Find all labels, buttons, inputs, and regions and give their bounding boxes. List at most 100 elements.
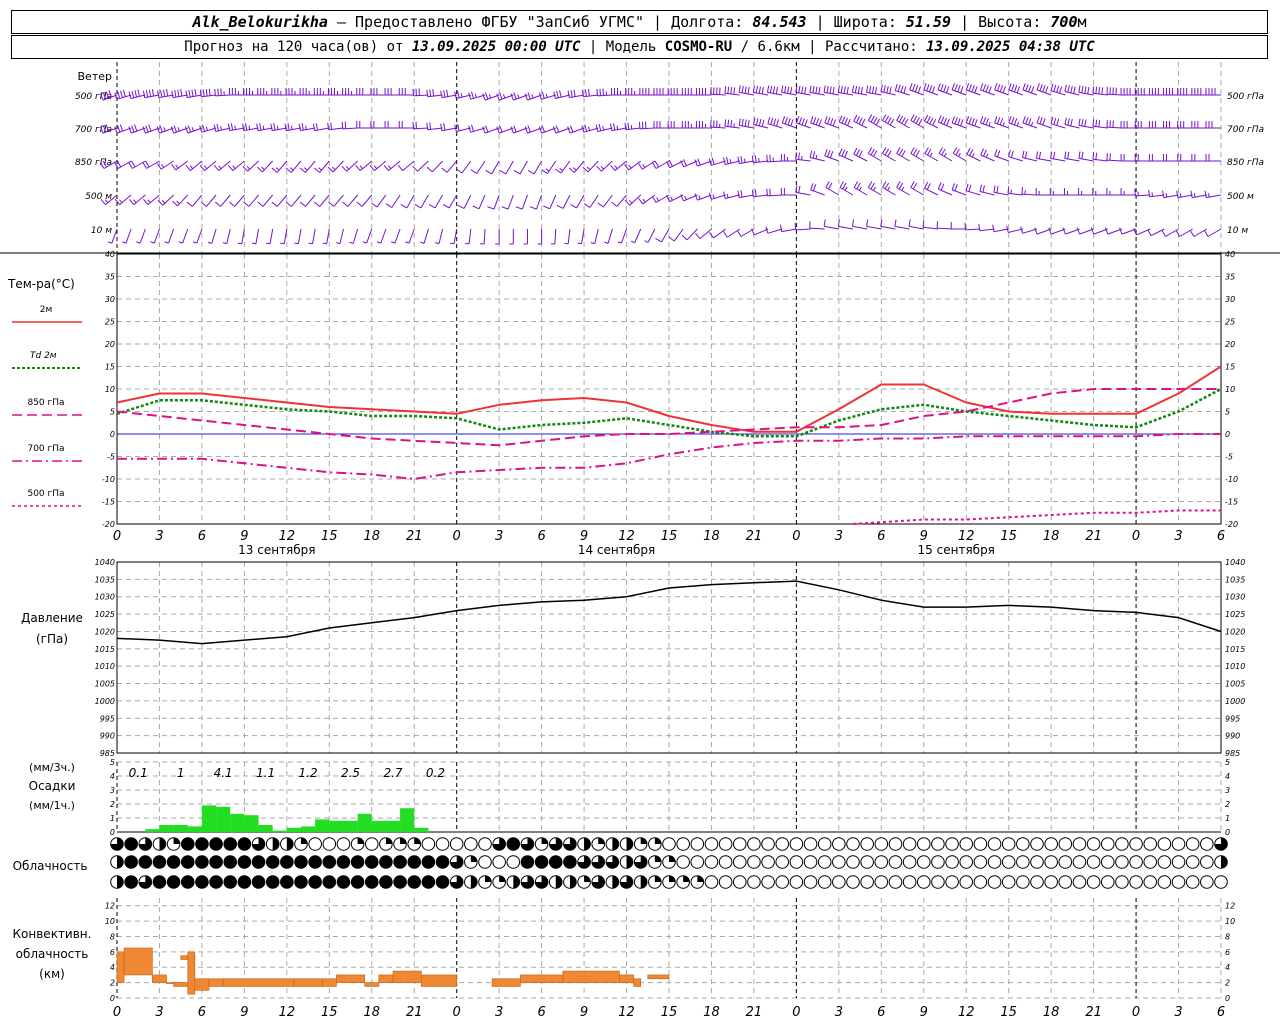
wind-barb-feather [1064, 84, 1067, 92]
wind-barb-feather [171, 164, 177, 171]
cloud-cover-symbol [1058, 837, 1073, 851]
wind-barb-feather [741, 118, 744, 127]
wind-barb-feather [142, 162, 147, 169]
wind-barb [642, 194, 656, 205]
cloud-cover-symbol [166, 875, 181, 889]
wind-barb-feather [860, 86, 863, 95]
wind-barb-feather [443, 90, 446, 98]
cloud-cover-symbol [832, 855, 846, 869]
conv-x-tick: 3 [155, 1005, 163, 1020]
wind-barb-feather [184, 126, 189, 134]
cloud-cover-fill [117, 875, 124, 889]
wind-barb-feather [160, 90, 163, 98]
wind-barb-feather [985, 85, 989, 93]
precip-3h-sum: 0.1 [129, 766, 148, 780]
wind-barb [724, 92, 740, 96]
wind-barb-feather [724, 119, 727, 127]
conv-x-tick: 0 [453, 1005, 461, 1020]
wind-barb [781, 228, 797, 233]
cloud-cover-symbol [1086, 855, 1101, 869]
wind-barb-feather [287, 123, 290, 131]
cloud-cover-fill [640, 837, 647, 844]
wind-barb-feather [205, 89, 208, 97]
cloud-cover-symbol [775, 837, 790, 851]
wind-barb-feather [747, 119, 750, 128]
wind-barb-feather [711, 157, 715, 165]
cloud-cover-symbol [435, 875, 450, 889]
wind-barb-feather [143, 198, 149, 205]
wind-barb-feather [116, 160, 122, 168]
wind-barb-feather [846, 86, 849, 95]
wind-barb-feather [776, 119, 779, 127]
wind-barb-feather [1070, 118, 1073, 127]
wind-barb-feather [385, 203, 393, 208]
wind-barb [319, 160, 330, 173]
wind-barb-feather [355, 164, 361, 171]
wind-barb [533, 160, 543, 175]
wind-barb-feather [903, 118, 909, 126]
wind-barb-feather [886, 85, 889, 94]
wind-barb-feather [910, 114, 915, 121]
temp-x-tick: 0 [113, 529, 121, 544]
wind-barb-feather [412, 165, 418, 172]
wind-barb-feather [1119, 227, 1123, 235]
cloud-cover-symbol [379, 875, 393, 889]
wind-barb-feather [485, 125, 489, 133]
wind-barb-feather [730, 119, 733, 128]
wind-barb [1106, 93, 1122, 96]
cloud-cover-symbol [1157, 875, 1172, 889]
wind-barb [1036, 228, 1052, 235]
cloud-cover-symbol [832, 837, 846, 851]
wind-barb [866, 225, 882, 230]
cloud-cover-symbol [718, 875, 733, 889]
precip-bar [385, 820, 401, 832]
wind-barb [686, 228, 698, 241]
wind-barb-feather [426, 166, 433, 173]
wind-barb-feather [583, 203, 591, 208]
temp-tick-right: 25 [1225, 318, 1235, 327]
wind-barb-feather [151, 89, 155, 97]
wind-barb [597, 94, 613, 97]
wind-barb-feather [898, 148, 904, 156]
wind-barb-feather [569, 125, 574, 133]
wind-barb-feather [694, 193, 698, 201]
wind-barb-feather [220, 126, 222, 131]
wind-barb-feather [245, 123, 248, 131]
cloud-cover-symbol [747, 837, 761, 851]
wind-barb-feather [1035, 151, 1039, 159]
wind-barb-feather [712, 194, 715, 199]
temp-tick-left: 30 [105, 295, 115, 304]
wind-barb-feather [376, 241, 381, 244]
temp-tick-left: 10 [105, 385, 115, 394]
wind-barb [909, 89, 924, 96]
wind-barb [262, 160, 274, 173]
cloud-cover-symbol [973, 837, 988, 851]
wind-barb [1008, 228, 1023, 233]
wind-barb-feather [798, 152, 800, 160]
precip-bar [201, 805, 217, 832]
pressure-tick-left: 1015 [95, 645, 115, 654]
wind-barb-feather [951, 83, 955, 91]
wind-barb-feather [585, 89, 587, 97]
cloud-cover-symbol [1185, 855, 1200, 869]
wind-barb-feather [729, 159, 732, 164]
wind-barb [269, 228, 274, 244]
wind-barb-feather [572, 167, 577, 171]
wind-barb-feather [559, 90, 562, 98]
wind-barb-feather [159, 125, 163, 133]
wind-barb-feather [861, 118, 866, 126]
cloud-cover-fill [159, 837, 166, 851]
wind-barb [521, 194, 528, 210]
wind-barb [1008, 122, 1024, 129]
wind-barb-feather [924, 114, 929, 122]
wind-barb [111, 228, 118, 244]
wind-barb [132, 160, 146, 169]
wind-barb-feather [148, 89, 152, 97]
wind-barb-feather [251, 242, 257, 245]
wind-barb-feather [602, 126, 605, 131]
wind-barb-feather [1179, 193, 1182, 198]
wind-barb-feather [145, 90, 149, 98]
cloud-cover-symbol [1200, 837, 1214, 851]
wind-barb-feather [328, 201, 335, 207]
cloud-cover-fill [683, 875, 690, 882]
